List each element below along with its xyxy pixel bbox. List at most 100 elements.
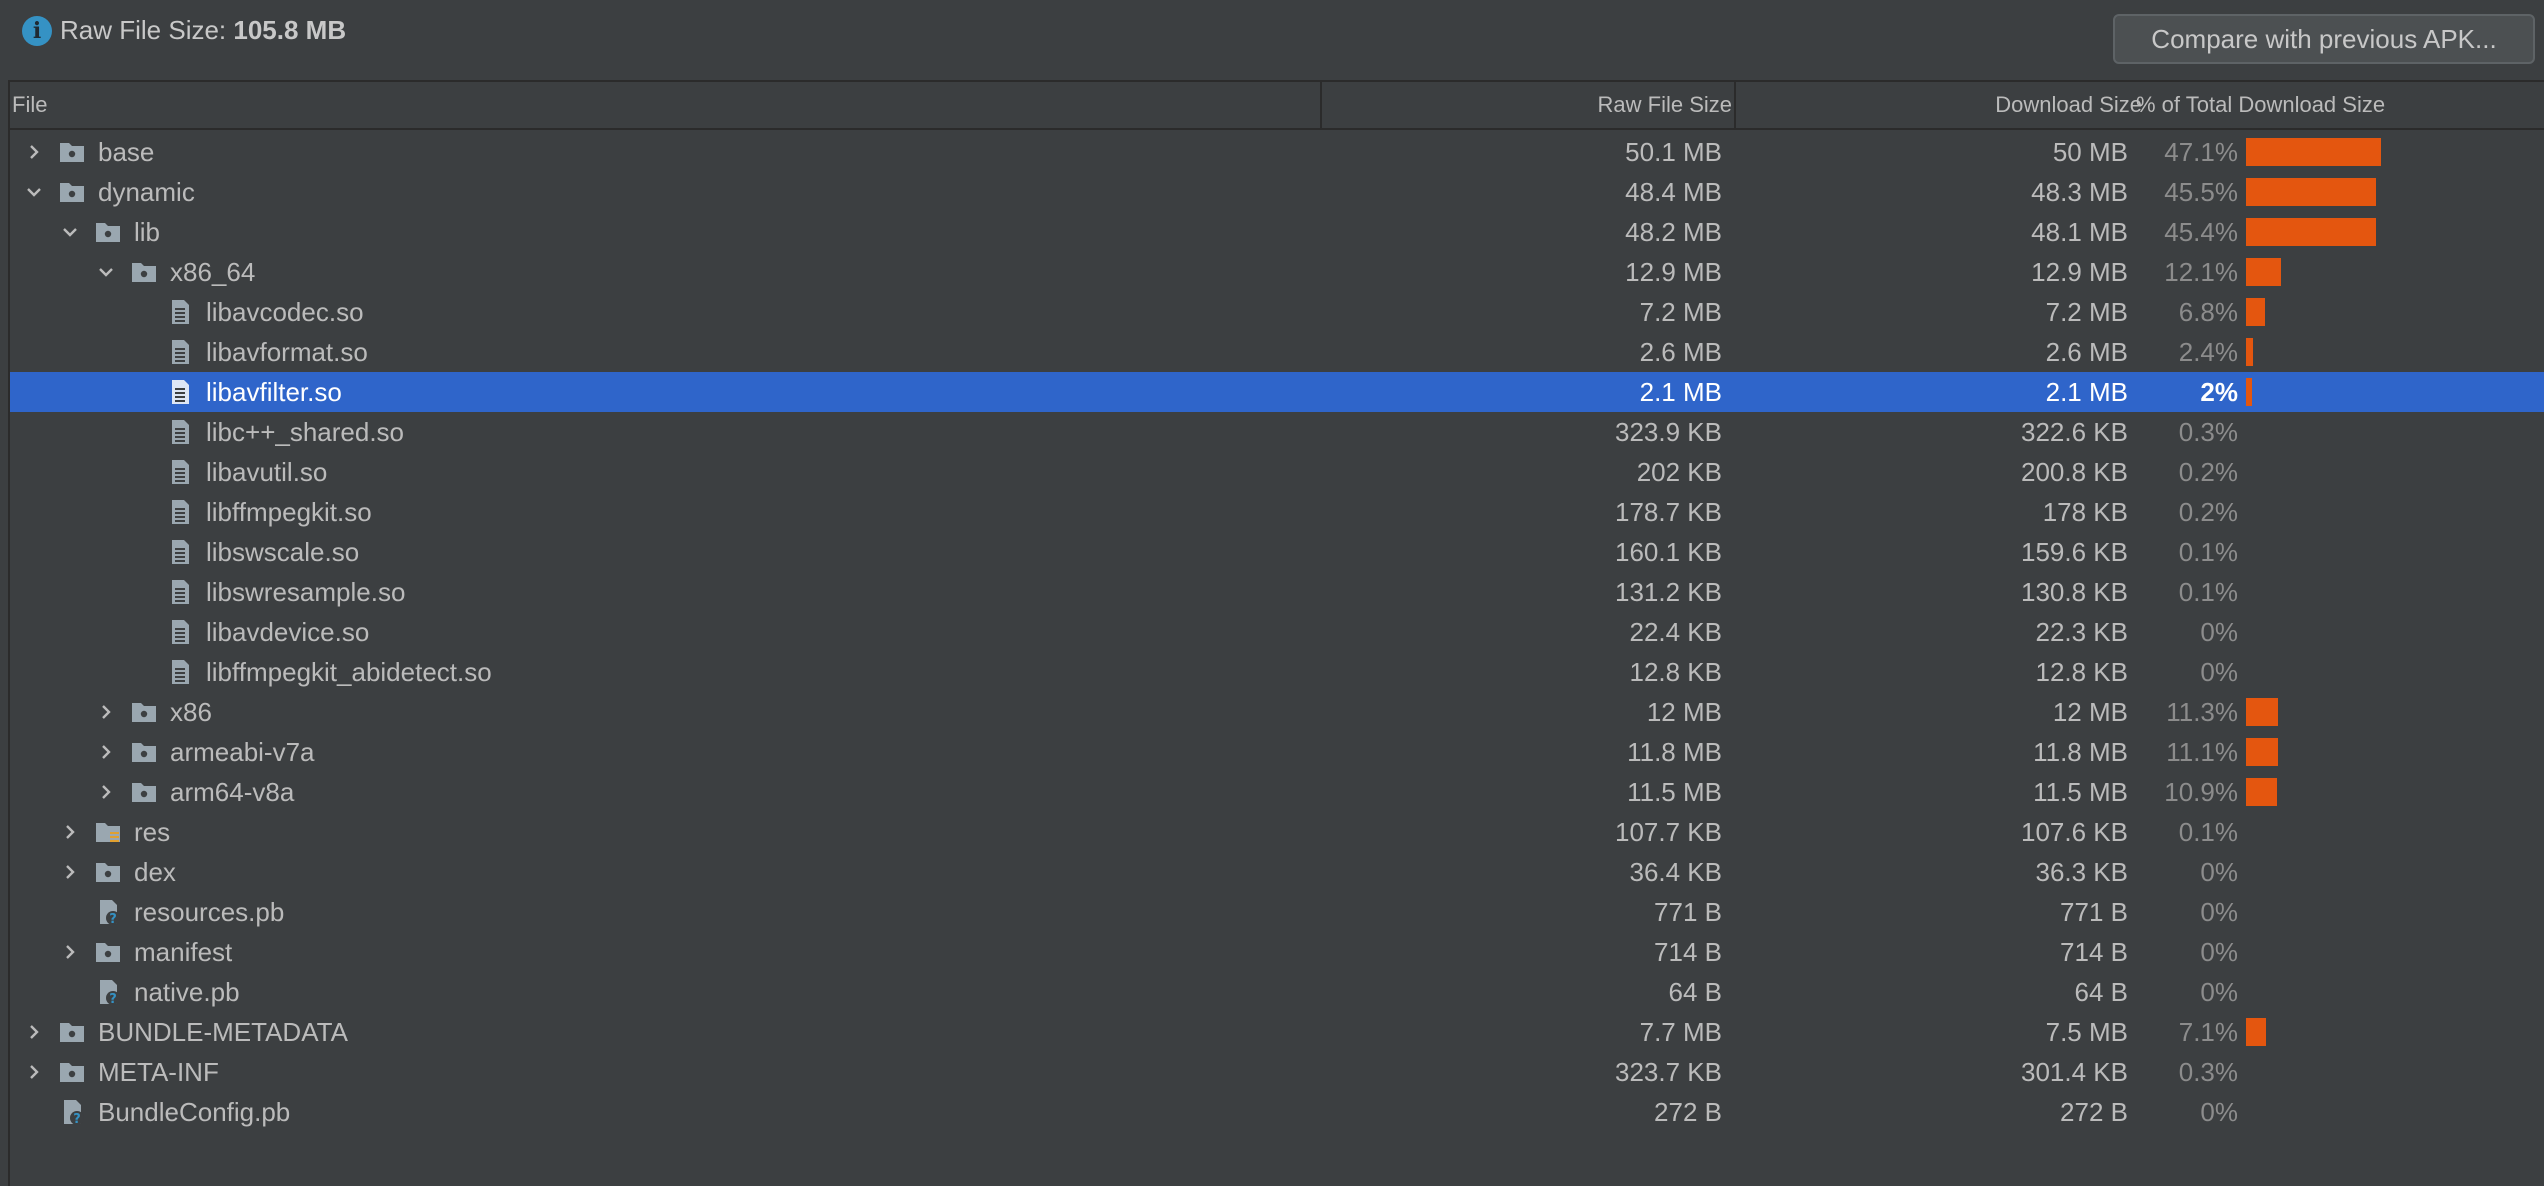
row-name: libc++_shared.so [206, 417, 405, 447]
chevron-right-icon[interactable] [26, 1024, 42, 1040]
file-icon [166, 538, 194, 566]
chevron-right-icon[interactable] [62, 864, 78, 880]
download-size-cell: 322.6 KB [2021, 417, 2128, 447]
column-header-raw-file-size[interactable]: Raw File Size [1322, 82, 1736, 128]
download-size-cell: 2.1 MB [2045, 377, 2128, 407]
row-name: base [98, 137, 155, 167]
folder-icon [94, 858, 122, 886]
raw-file-size-cell: 323.9 KB [1615, 417, 1722, 447]
tree-row[interactable]: META-INF 323.7 KB 301.4 KB 0.3% [10, 1052, 2544, 1092]
download-size-cell: 2.6 MB [2045, 337, 2128, 367]
folder-icon [94, 218, 122, 246]
chevron-right-icon[interactable] [98, 744, 114, 760]
download-size-cell: 771 B [2060, 897, 2128, 927]
file-icon [166, 498, 194, 526]
tree-row[interactable]: arm64-v8a 11.5 MB 11.5 MB 10.9% [10, 772, 2544, 812]
tree-row[interactable]: ? BundleConfig.pb 272 B 272 B 0% [10, 1092, 2544, 1132]
tree-row[interactable]: libavdevice.so 22.4 KB 22.3 KB 0% [10, 612, 2544, 652]
tree-row[interactable]: ? resources.pb 771 B 771 B 0% [10, 892, 2544, 932]
percent-cell: 0% [2200, 1097, 2238, 1127]
toolbar: i Raw File Size: 105.8 MB Compare with p… [0, 0, 2544, 80]
tree-row[interactable]: libffmpegkit_abidetect.so 12.8 KB 12.8 KB 0… [10, 652, 2544, 692]
raw-file-size-cell: 50.1 MB [1625, 137, 1722, 167]
raw-file-size-cell: 22.4 KB [1629, 617, 1722, 647]
tree-row[interactable]: libavfilter.so 2.1 MB 2.1 MB 2% [10, 372, 2544, 412]
tree-row[interactable]: libswscale.so 160.1 KB 159.6 KB 0.1% [10, 532, 2544, 572]
raw-file-size-cell: 64 B [1668, 977, 1723, 1007]
tree-row[interactable]: armeabi-v7a 11.8 MB 11.8 MB 11.1% [10, 732, 2544, 772]
row-name: dex [134, 857, 176, 887]
folder-icon [130, 258, 158, 286]
tree-row[interactable]: base 50.1 MB 50 MB 47.1% [10, 132, 2544, 172]
percent-cell: 0% [2200, 937, 2238, 967]
percent-cell: 0.1% [2178, 577, 2238, 607]
chevron-right-icon[interactable] [98, 784, 114, 800]
column-header-percent-total[interactable]: % of Total Download Size [2136, 82, 2436, 128]
percent-cell: 45.4% [2164, 217, 2238, 247]
tree-row[interactable]: res 107.7 KB 107.6 KB 0.1% [10, 812, 2544, 852]
download-share-bar [2246, 218, 2376, 246]
chevron-down-icon[interactable] [98, 264, 114, 280]
download-size-cell: 11.8 MB [2033, 737, 2128, 767]
chevron-right-icon[interactable] [98, 704, 114, 720]
tree-row[interactable]: ? native.pb 64 B 64 B 0% [10, 972, 2544, 1012]
tree-row[interactable]: lib 48.2 MB 48.1 MB 45.4% [10, 212, 2544, 252]
tree-row[interactable]: dynamic 48.4 MB 48.3 MB 45.5% [10, 172, 2544, 212]
tree-row[interactable]: libavcodec.so 7.2 MB 7.2 MB 6.8% [10, 292, 2544, 332]
download-size-cell: 130.8 KB [2021, 577, 2128, 607]
download-size-cell: 272 B [2060, 1097, 2128, 1127]
percent-cell: 0.2% [2178, 497, 2238, 527]
apk-analyzer-tree-table[interactable]: File Raw File Size Download Size % of To… [8, 80, 2544, 1186]
download-share-bar [2246, 298, 2265, 326]
tree-row[interactable]: x86 12 MB 12 MB 11.3% [10, 692, 2544, 732]
download-size-cell: 64 B [2074, 977, 2129, 1007]
row-name: armeabi-v7a [170, 737, 315, 767]
folder-icon [58, 1018, 86, 1046]
chevron-down-icon[interactable] [26, 184, 42, 200]
row-name: libswresample.so [206, 577, 406, 607]
row-name: libavfilter.so [206, 377, 342, 407]
tree-row[interactable]: dex 36.4 KB 36.3 KB 0% [10, 852, 2544, 892]
raw-file-size-cell: 272 B [1654, 1097, 1722, 1127]
compare-with-previous-apk-button[interactable]: Compare with previous APK... [2113, 14, 2535, 64]
percent-cell: 0.3% [2178, 1057, 2238, 1087]
folder-icon [130, 738, 158, 766]
folder-icon [94, 938, 122, 966]
chevron-right-icon[interactable] [62, 824, 78, 840]
tree-row[interactable]: libavformat.so 2.6 MB 2.6 MB 2.4% [10, 332, 2544, 372]
chevron-right-icon[interactable] [26, 144, 42, 160]
raw-file-size-cell: 12.9 MB [1625, 257, 1722, 287]
chevron-down-icon[interactable] [62, 224, 78, 240]
tree-row[interactable]: libswresample.so 131.2 KB 130.8 KB 0.1% [10, 572, 2544, 612]
percent-cell: 10.9% [2164, 777, 2238, 807]
tree-row[interactable]: x86_64 12.9 MB 12.9 MB 12.1% [10, 252, 2544, 292]
raw-file-size-cell: 714 B [1654, 937, 1722, 967]
tree-row[interactable]: manifest 714 B 714 B 0% [10, 932, 2544, 972]
tree-row[interactable]: libffmpegkit.so 178.7 KB 178 KB 0.2% [10, 492, 2544, 532]
svg-text:?: ? [73, 1112, 81, 1126]
resource-folder-icon [94, 818, 122, 846]
tree-row[interactable]: libc++_shared.so 323.9 KB 322.6 KB 0.3% [10, 412, 2544, 452]
info-icon: i [22, 16, 52, 46]
download-size-cell: 12.8 KB [2035, 657, 2128, 687]
row-name: libavdevice.so [206, 617, 370, 647]
percent-cell: 6.8% [2178, 297, 2238, 327]
tree-row[interactable]: libavutil.so 202 KB 200.8 KB 0.2% [10, 452, 2544, 492]
raw-file-size-cell: 178.7 KB [1615, 497, 1722, 527]
percent-cell: 0% [2200, 617, 2238, 647]
row-name: libswscale.so [206, 537, 360, 567]
download-size-cell: 12 MB [2052, 697, 2128, 727]
raw-file-size-cell: 11.5 MB [1627, 777, 1722, 807]
raw-file-size-cell: 323.7 KB [1615, 1057, 1722, 1087]
chevron-right-icon[interactable] [26, 1064, 42, 1080]
tree-row[interactable]: BUNDLE-METADATA 7.7 MB 7.5 MB 7.1% [10, 1012, 2544, 1052]
folder-icon [130, 778, 158, 806]
tree-rows: base 50.1 MB 50 MB 47.1% dynamic 48.4 MB 48.3 … [10, 132, 2544, 1132]
download-size-cell: 11.5 MB [2033, 777, 2128, 807]
column-header-download-size[interactable]: Download Size [1736, 82, 2142, 128]
raw-file-size-cell: 2.6 MB [1639, 337, 1722, 367]
percent-cell: 2% [2200, 377, 2238, 407]
column-header-file[interactable]: File [10, 82, 1322, 128]
row-name: libavutil.so [206, 457, 328, 487]
chevron-right-icon[interactable] [62, 944, 78, 960]
